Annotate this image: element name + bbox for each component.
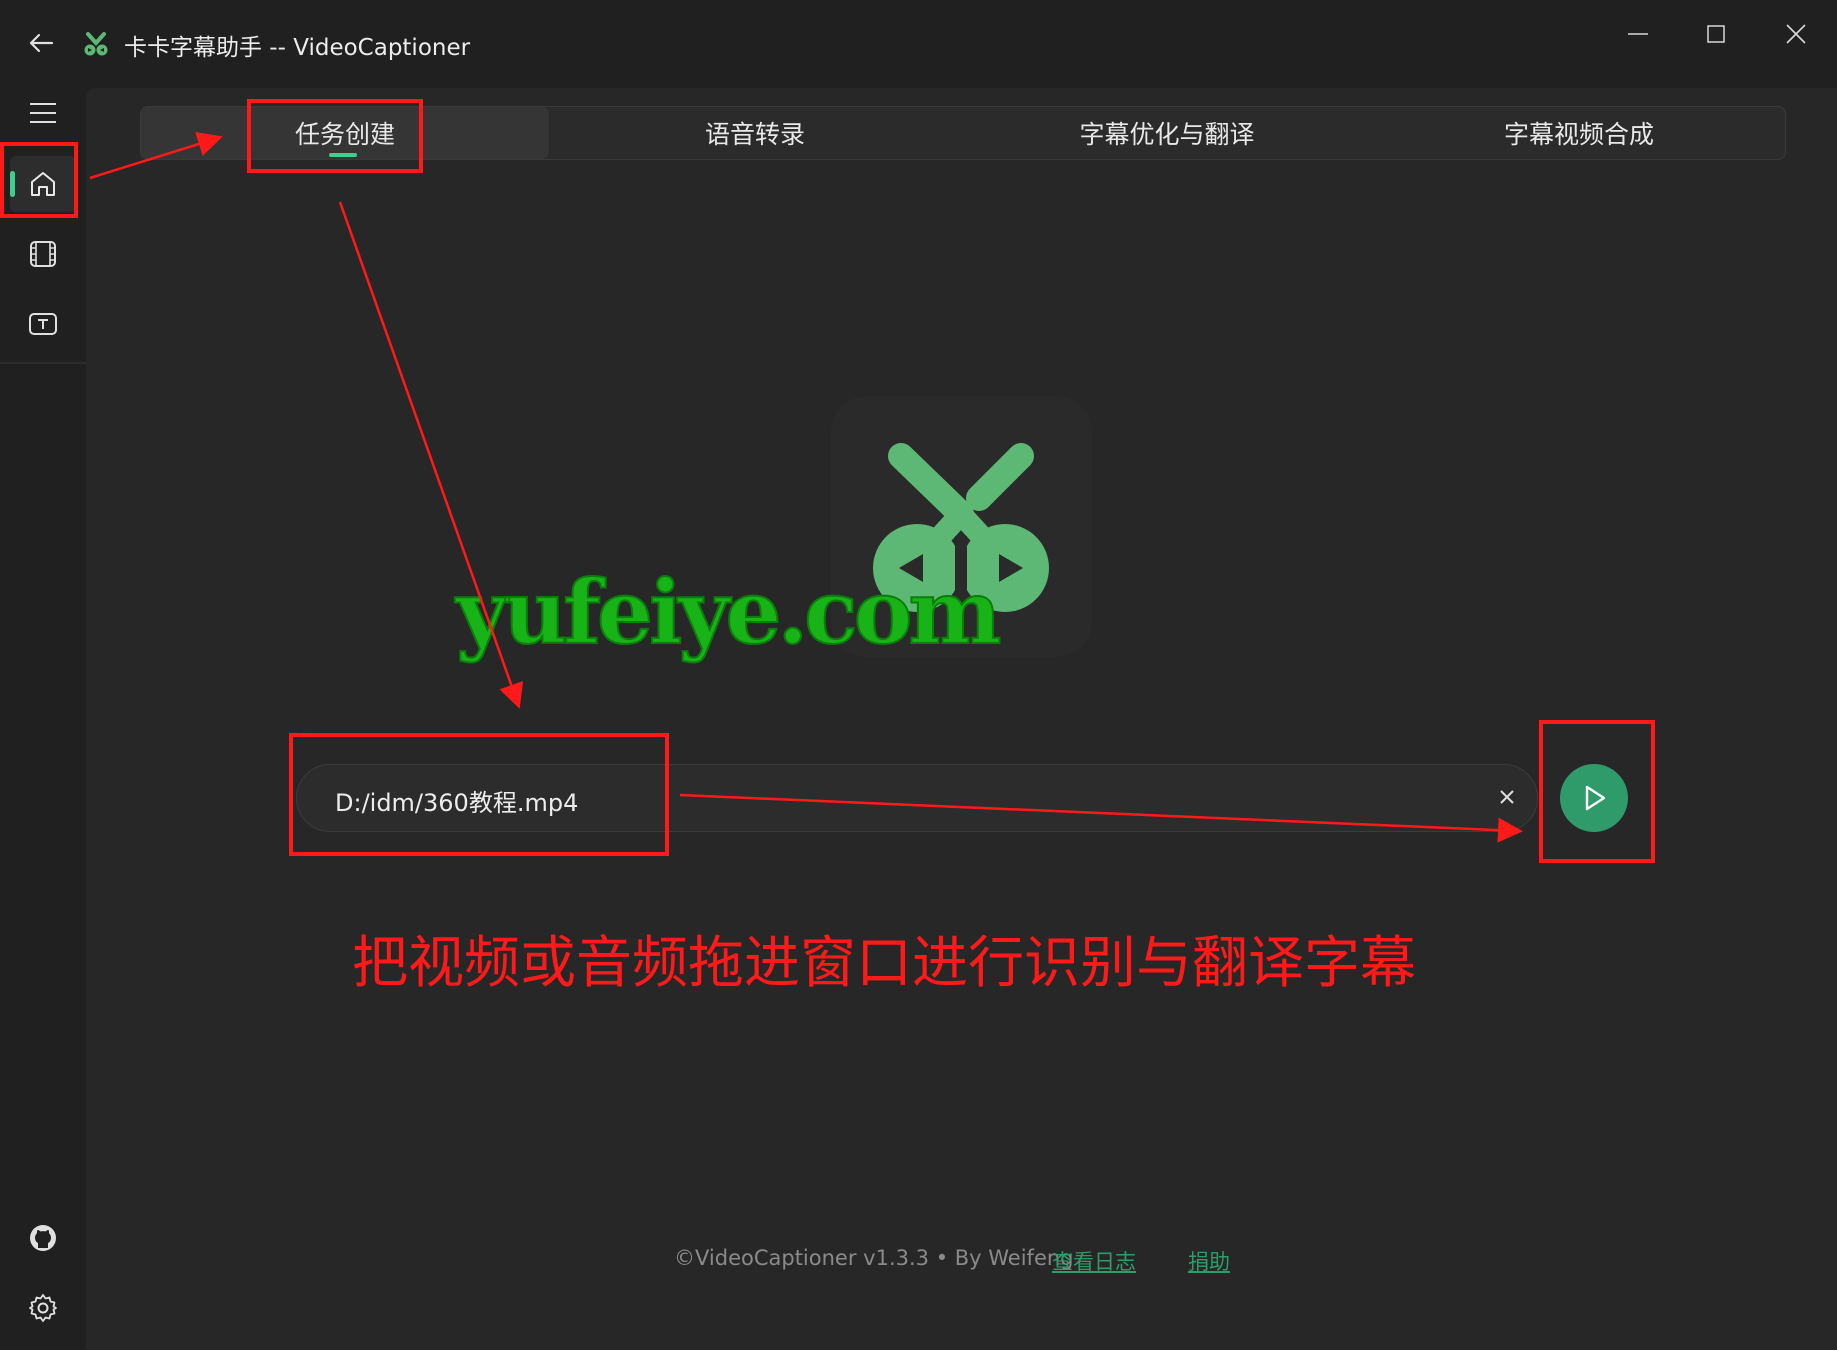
menu-toggle-button[interactable] [10, 85, 76, 141]
view-log-link[interactable]: 查看日志 [1052, 1246, 1136, 1276]
close-icon [1500, 790, 1514, 804]
tab-subtitle-optimize[interactable]: 字幕优化与翻译 [961, 107, 1373, 159]
tab-bar: 任务创建 语音转录 字幕优化与翻译 字幕视频合成 [140, 106, 1786, 160]
tab-label: 字幕视频合成 [1503, 120, 1654, 149]
annotation-hint: 把视频或音频拖进窗口进行识别与翻译字幕 [352, 931, 1416, 996]
sidebar-item-video[interactable] [10, 226, 76, 282]
file-path-input[interactable]: D:/idm/360教程.mp4 [296, 764, 1538, 832]
minimize-icon [1628, 33, 1648, 35]
main-content [86, 88, 1837, 1350]
home-icon [31, 172, 55, 196]
film-icon [30, 241, 56, 267]
maximize-button[interactable] [1688, 14, 1744, 54]
sidebar-active-indicator [10, 171, 15, 197]
tab-selected-indicator [329, 153, 357, 157]
menu-icon [30, 103, 56, 123]
github-icon [30, 1225, 56, 1251]
sidebar-divider [0, 362, 86, 364]
footer-copyright: ©VideoCaptioner v1.3.3 • By Weifeng [674, 1246, 1074, 1270]
watermark-text: yufeiye.com [455, 559, 1003, 665]
tab-transcribe[interactable]: 语音转录 [549, 107, 961, 159]
close-window-button[interactable] [1768, 14, 1824, 54]
gear-icon [29, 1294, 57, 1322]
sidebar-item-subtitle[interactable] [10, 296, 76, 352]
tab-label: 语音转录 [704, 120, 805, 149]
window-title: 卡卡字幕助手 -- VideoCaptioner [124, 35, 471, 61]
tab-task-create[interactable]: 任务创建 [141, 107, 549, 159]
title-bar: 卡卡字幕助手 -- VideoCaptioner [0, 0, 1837, 88]
tab-label: 字幕优化与翻译 [1079, 120, 1255, 149]
tab-label: 任务创建 [294, 120, 395, 149]
scissors-logo-icon [82, 30, 110, 58]
tab-video-synthesis[interactable]: 字幕视频合成 [1373, 107, 1785, 159]
close-icon [1786, 24, 1806, 44]
text-box-icon [29, 313, 57, 335]
sidebar-item-home[interactable] [10, 156, 76, 212]
maximize-icon [1707, 25, 1725, 43]
back-button[interactable] [26, 28, 56, 58]
github-button[interactable] [10, 1210, 76, 1266]
file-path-value: D:/idm/360教程.mp4 [335, 789, 579, 817]
settings-button[interactable] [10, 1280, 76, 1336]
start-process-button[interactable] [1560, 764, 1628, 832]
donate-link[interactable]: 捐助 [1188, 1246, 1230, 1276]
play-icon [1585, 785, 1606, 811]
clear-path-button[interactable] [1493, 783, 1521, 811]
arrow-left-icon [29, 33, 54, 53]
minimize-button[interactable] [1610, 14, 1666, 54]
